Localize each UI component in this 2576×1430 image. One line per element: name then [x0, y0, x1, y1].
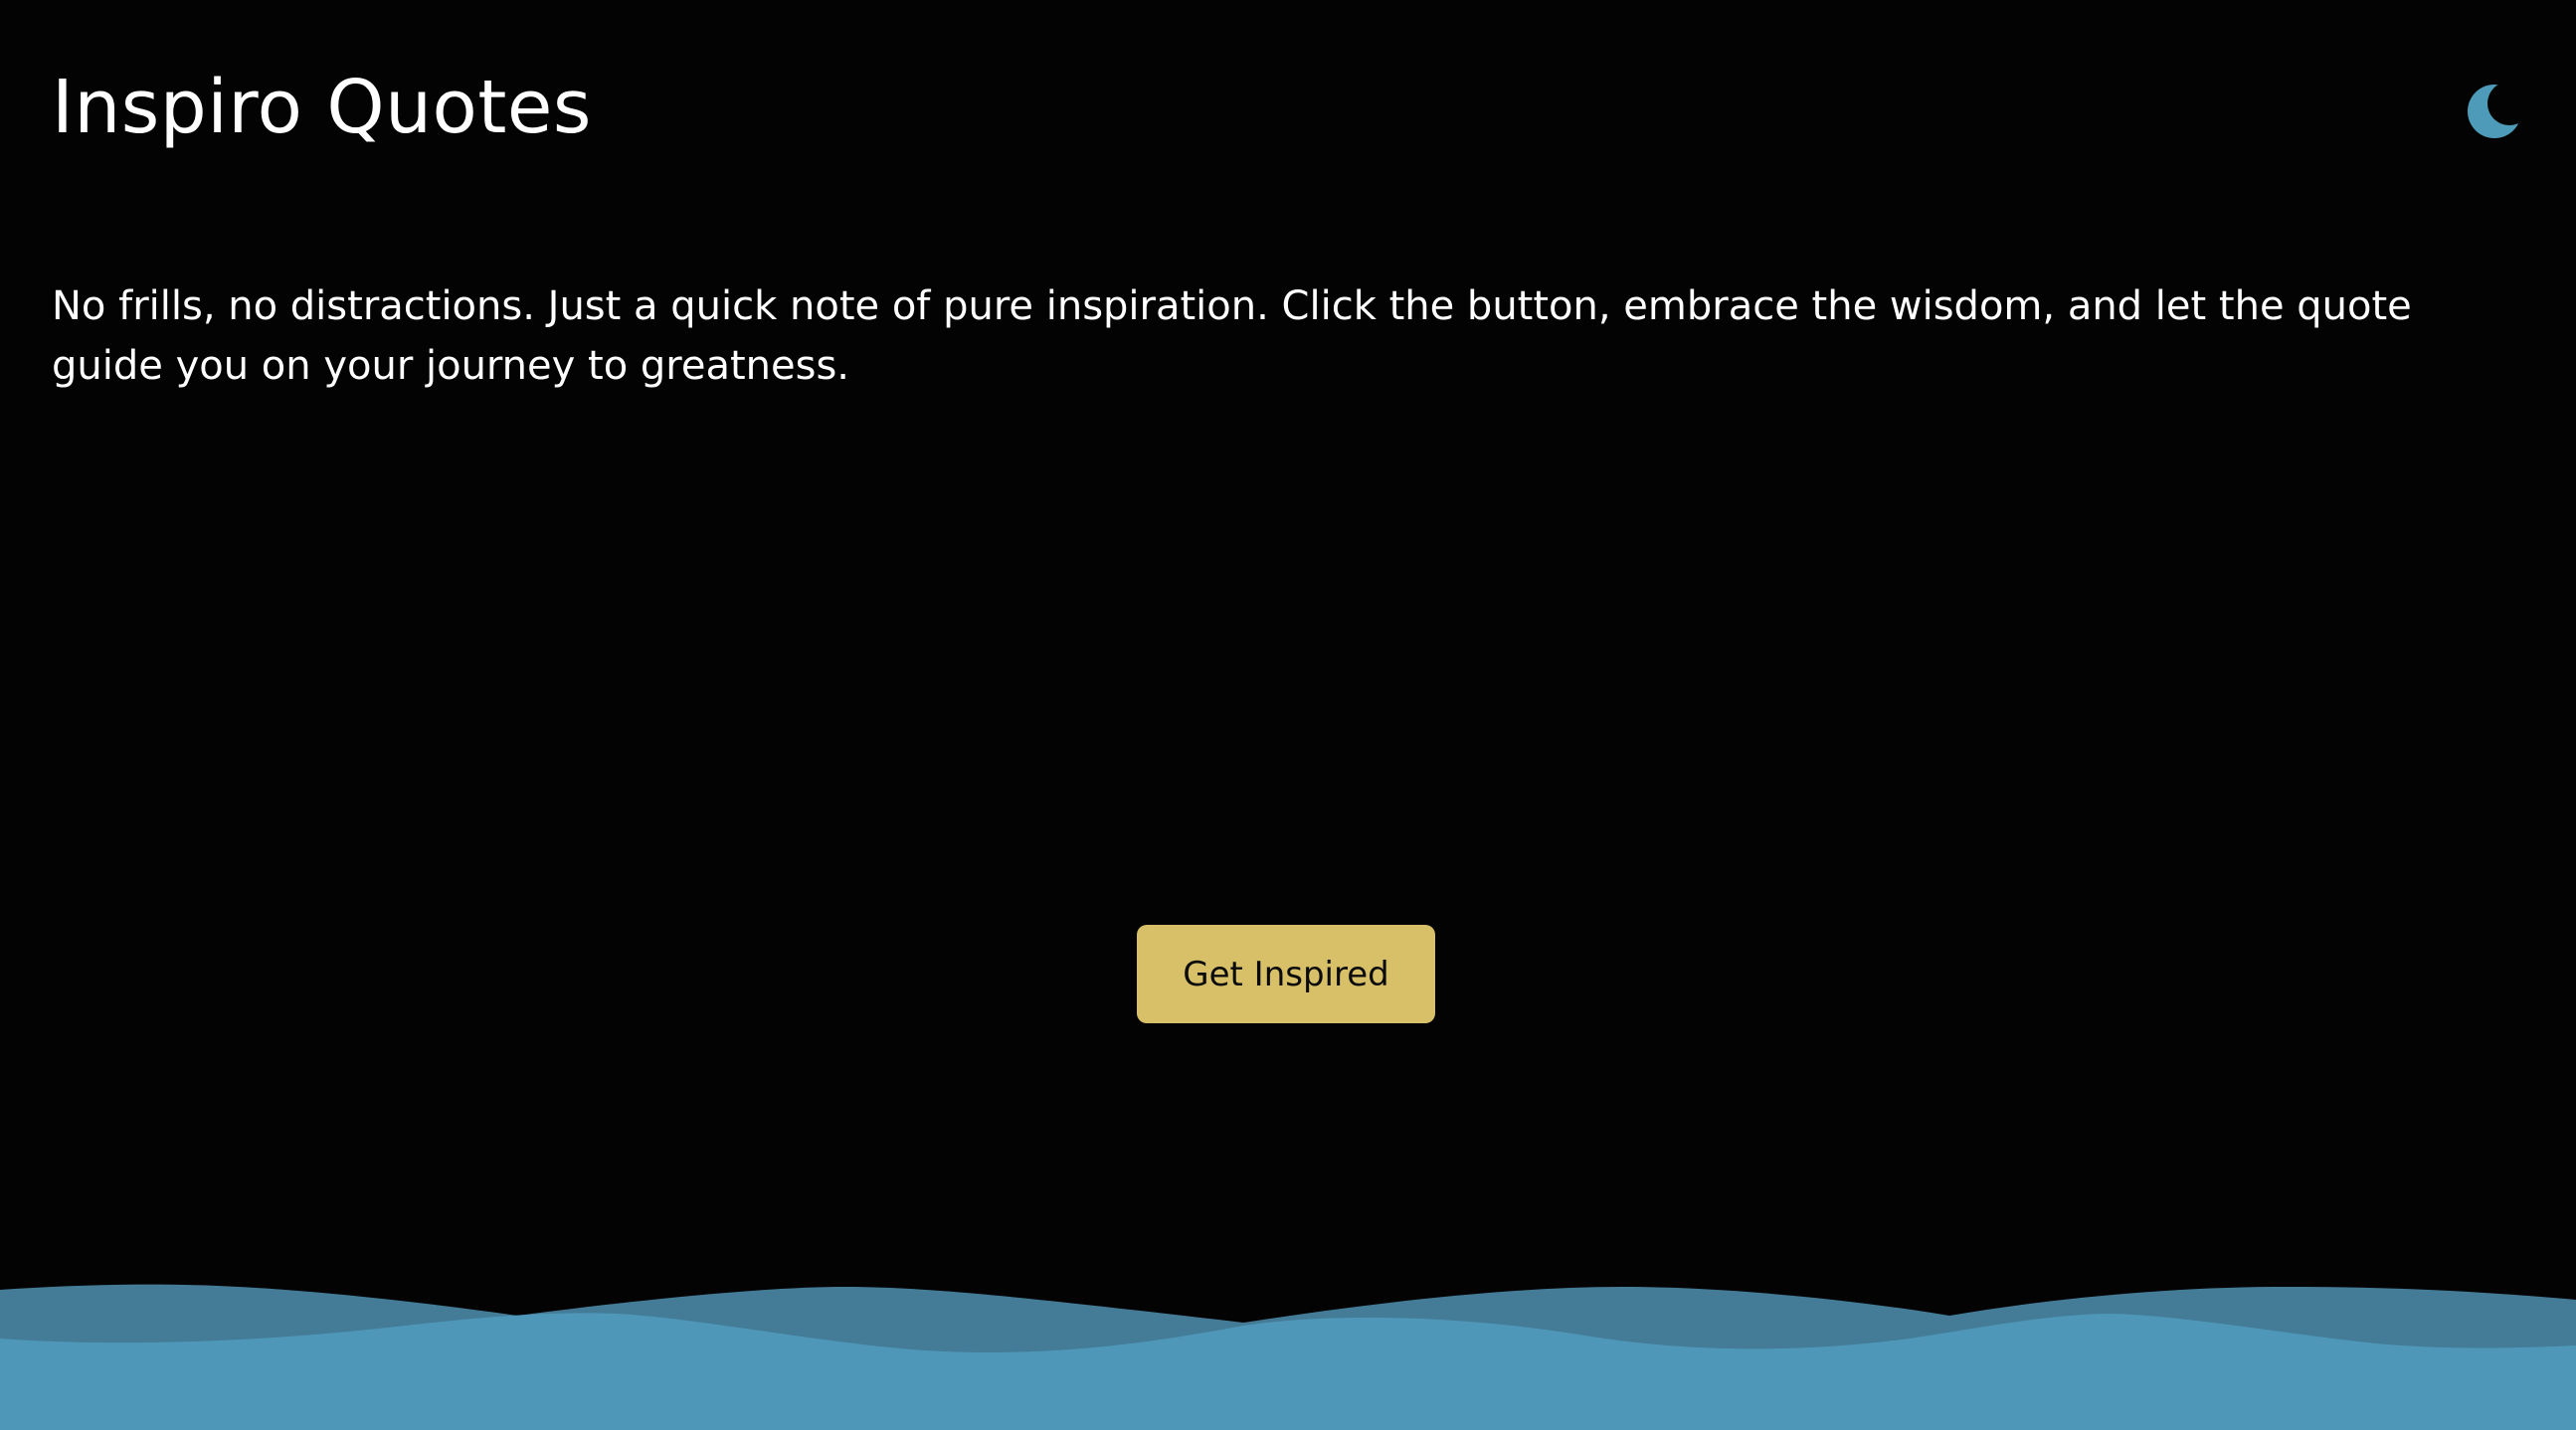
front-wave [0, 1313, 2576, 1430]
wave-decoration [0, 1273, 2576, 1430]
app-title: Inspiro Quotes [52, 65, 592, 150]
moon-icon [2467, 80, 2526, 143]
get-inspired-button[interactable]: Get Inspired [1137, 925, 1435, 1023]
theme-toggle-button[interactable] [2467, 80, 2526, 143]
intro-text: No frills, no distractions. Just a quick… [52, 283, 2412, 389]
